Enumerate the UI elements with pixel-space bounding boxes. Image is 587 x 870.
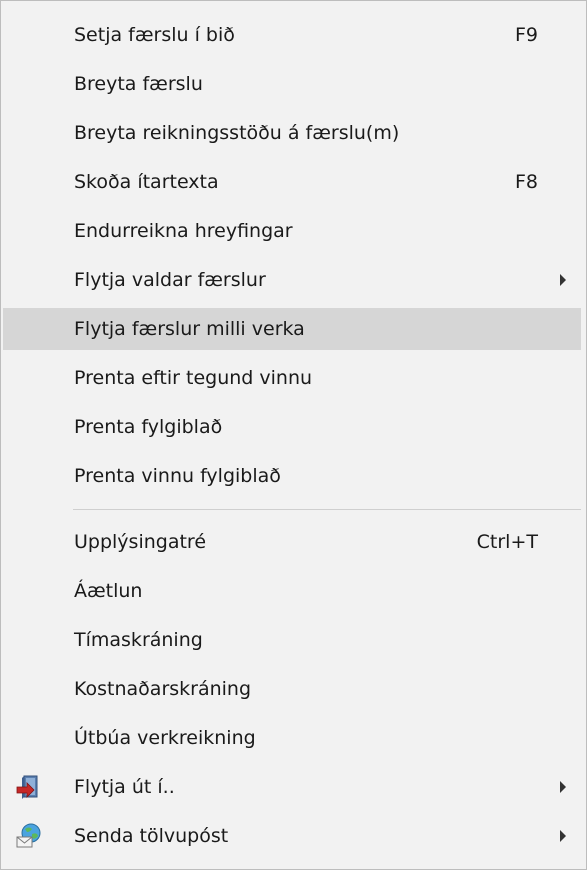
submenu-arrow-icon bbox=[560, 274, 566, 286]
menu-item-label: Kostnaðarskráning bbox=[74, 678, 252, 700]
menu-item-endurreikna-hreyfingar[interactable]: Endurreikna hreyfingar bbox=[3, 210, 581, 252]
menu-item-label: Setja færslu í bið bbox=[74, 24, 235, 46]
menu-item-breyta-faerslu[interactable]: Breyta færslu bbox=[3, 63, 581, 105]
menu-item-flytja-ut-i[interactable]: Flytja út í.. bbox=[3, 766, 581, 808]
menu-item-prenta-eftir-tegund-vinnu[interactable]: Prenta eftir tegund vinnu bbox=[3, 357, 581, 399]
menu-item-label: Flytja valdar færslur bbox=[74, 269, 266, 291]
menu-item-timaskraning[interactable]: Tímaskráning bbox=[3, 619, 581, 661]
menu-item-label: Senda tölvupóst bbox=[74, 825, 229, 847]
context-menu: Setja færslu í bið F9 Breyta færslu Brey… bbox=[0, 0, 587, 870]
menu-item-label: Flytja út í.. bbox=[74, 776, 175, 798]
menu-item-upplysingatre[interactable]: Upplýsingatré Ctrl+T bbox=[3, 521, 581, 563]
menu-item-label: Breyta færslu bbox=[74, 73, 203, 95]
menu-item-flytja-valdar-faerslur[interactable]: Flytja valdar færslur bbox=[3, 259, 581, 301]
menu-item-utbua-verkreikning[interactable]: Útbúa verkreikning bbox=[3, 717, 581, 759]
menu-item-shortcut: F8 bbox=[514, 171, 538, 193]
menu-item-flytja-faerslur-milli-verka[interactable]: Flytja færslur milli verka bbox=[3, 308, 581, 350]
menu-item-label: Áætlun bbox=[74, 580, 143, 602]
submenu-arrow-icon bbox=[560, 781, 566, 793]
menu-item-label: Flytja færslur milli verka bbox=[74, 318, 305, 340]
menu-item-skoda-itartexta[interactable]: Skoða ítartexta F8 bbox=[3, 161, 581, 203]
menu-item-breyta-reikningsstodu[interactable]: Breyta reikningsstöðu á færslu(m) bbox=[3, 112, 581, 154]
menu-item-prenta-fylgiblad[interactable]: Prenta fylgiblað bbox=[3, 406, 581, 448]
menu-item-prenta-vinnu-fylgiblad[interactable]: Prenta vinnu fylgiblað bbox=[3, 455, 581, 497]
menu-item-label: Útbúa verkreikning bbox=[74, 727, 256, 749]
menu-item-shortcut: F9 bbox=[514, 24, 538, 46]
export-book-icon bbox=[15, 773, 43, 801]
menu-item-kostnadarskraning[interactable]: Kostnaðarskráning bbox=[3, 668, 581, 710]
menu-item-label: Prenta vinnu fylgiblað bbox=[74, 465, 281, 487]
menu-item-label: Prenta eftir tegund vinnu bbox=[74, 367, 313, 389]
menu-item-label: Prenta fylgiblað bbox=[74, 416, 223, 438]
menu-item-label: Skoða ítartexta bbox=[74, 171, 219, 193]
menu-item-aaetlun[interactable]: Áætlun bbox=[3, 570, 581, 612]
submenu-arrow-icon bbox=[560, 830, 566, 842]
menu-item-label: Breyta reikningsstöðu á færslu(m) bbox=[74, 122, 400, 144]
menu-item-label: Endurreikna hreyfingar bbox=[74, 220, 293, 242]
menu-item-label: Tímaskráning bbox=[74, 629, 203, 651]
menu-item-shortcut: Ctrl+T bbox=[476, 531, 538, 553]
menu-item-senda-tolvupost[interactable]: Senda tölvupóst bbox=[3, 815, 581, 857]
menu-item-setja-faerslu-i-bid[interactable]: Setja færslu í bið F9 bbox=[3, 14, 581, 56]
menu-item-label: Upplýsingatré bbox=[74, 531, 207, 553]
send-email-globe-icon bbox=[15, 822, 43, 850]
menu-separator bbox=[73, 509, 581, 510]
